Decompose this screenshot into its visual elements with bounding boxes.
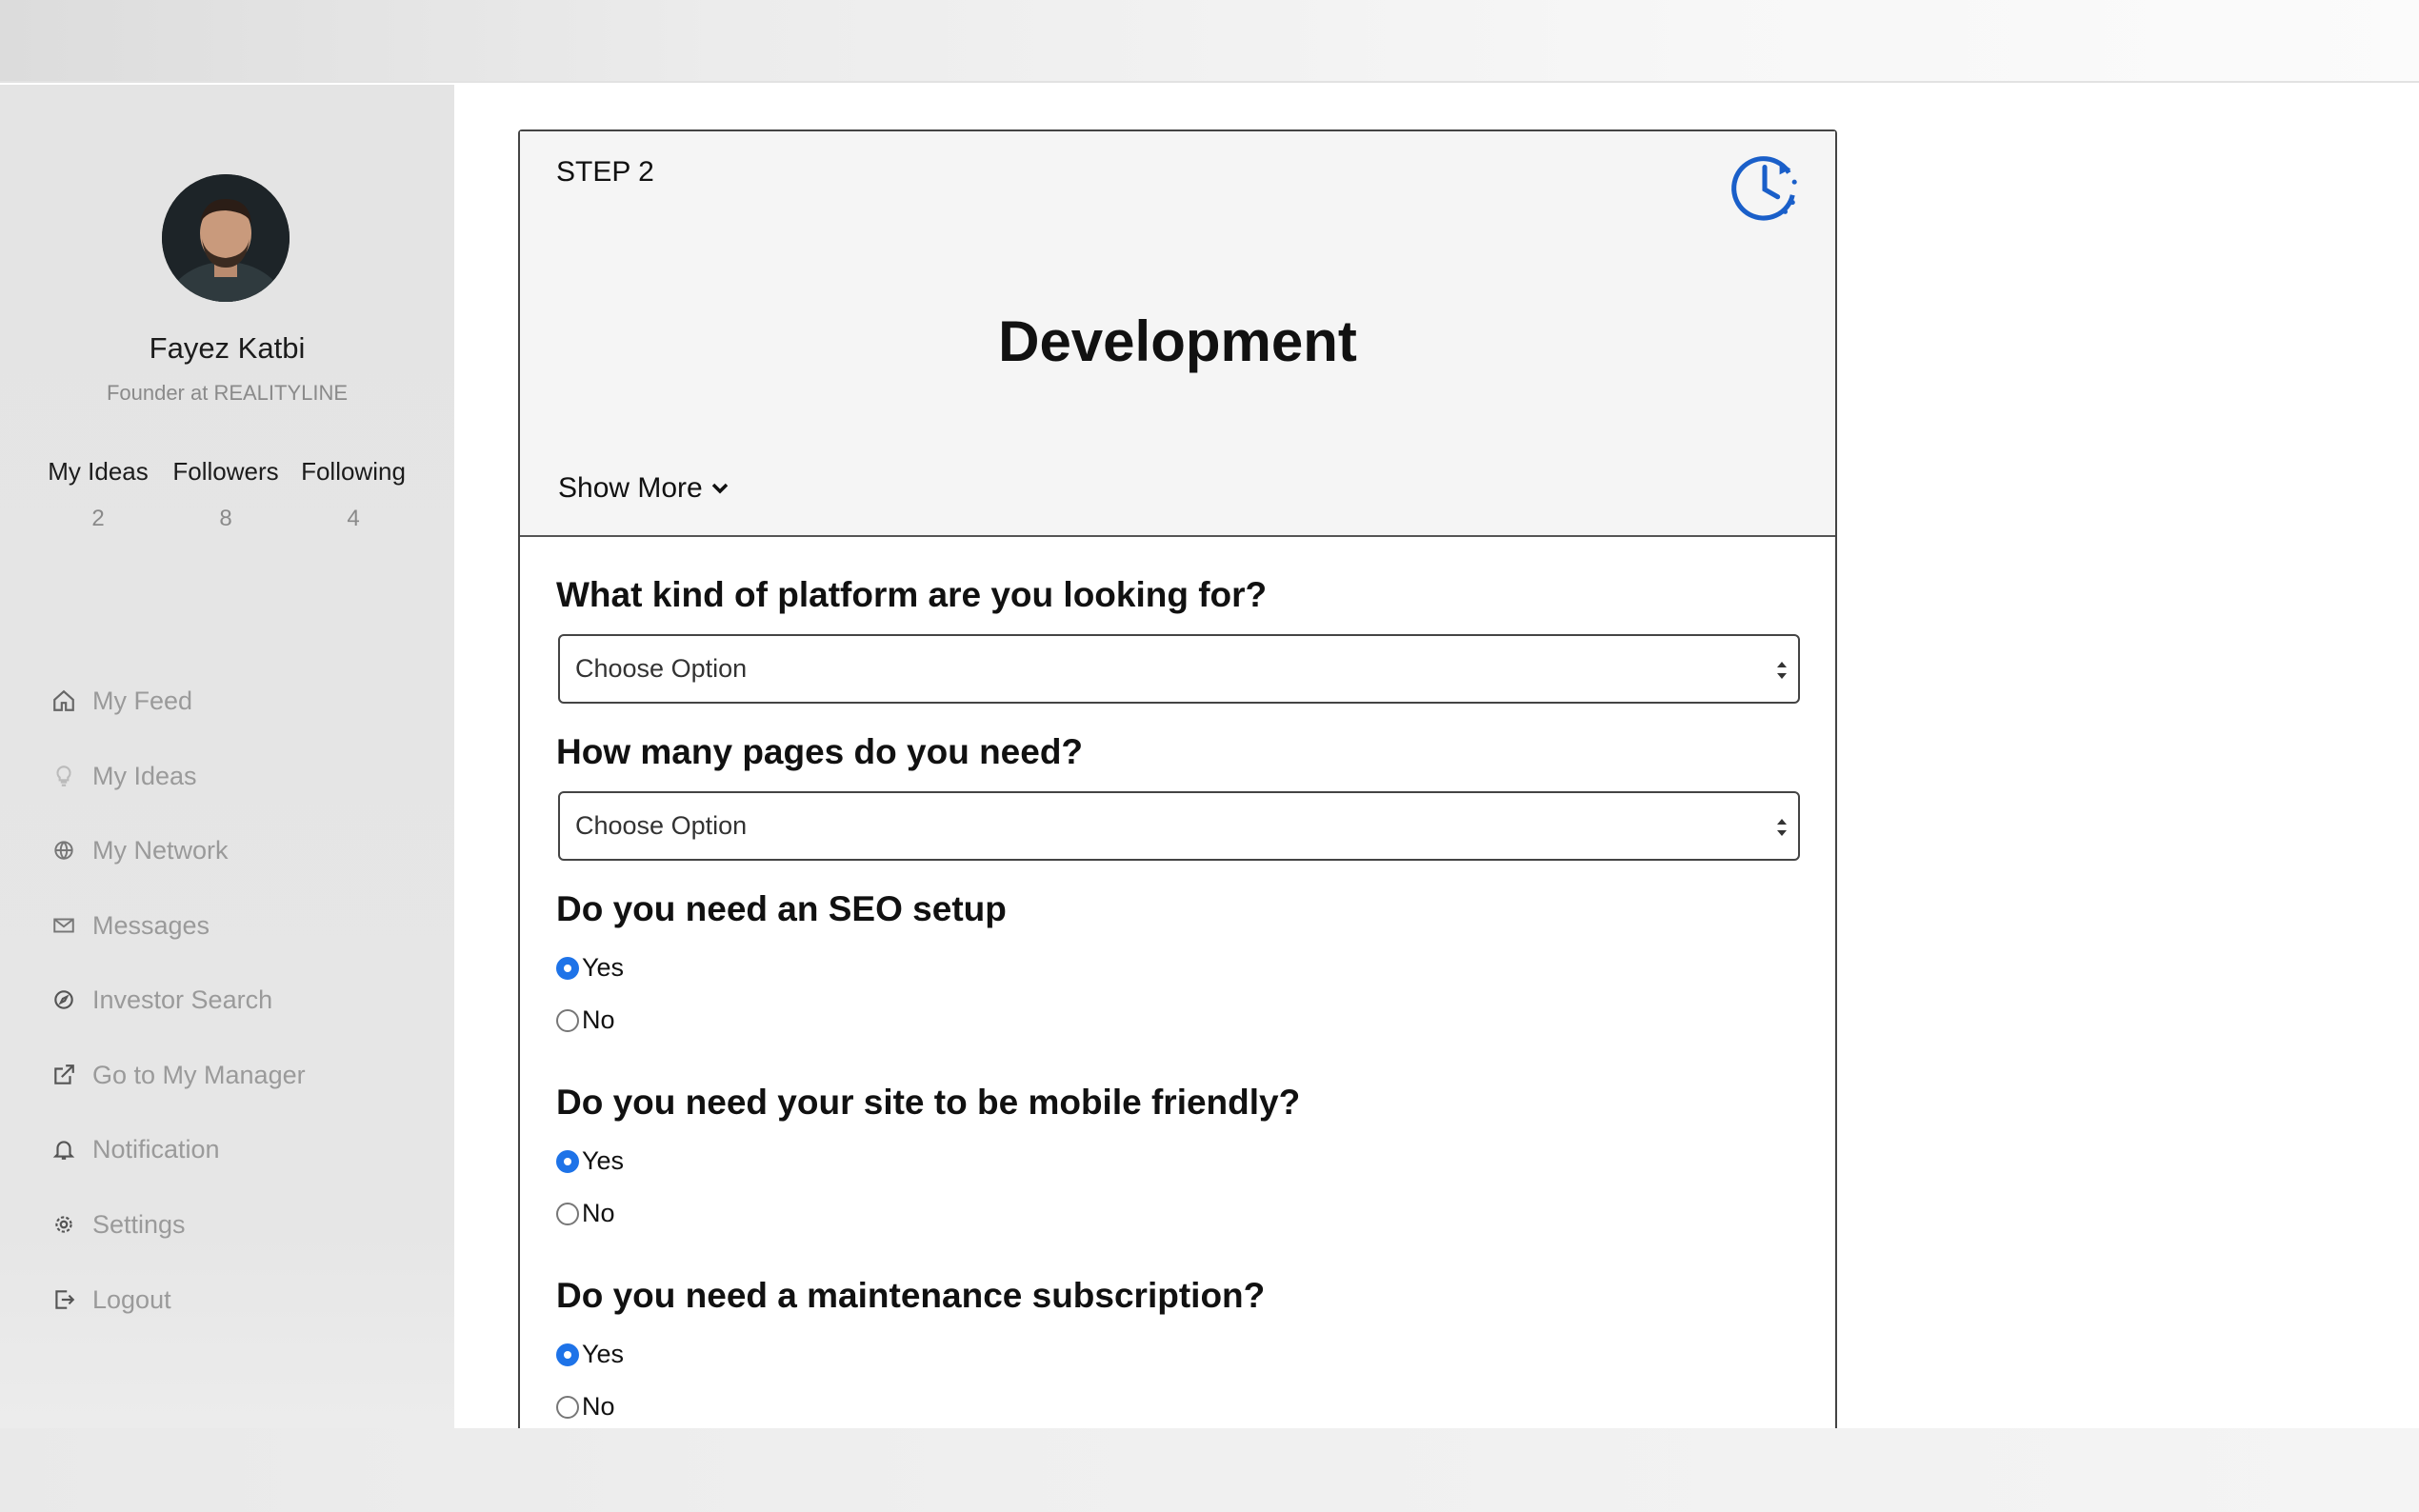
radio-label: Yes: [582, 953, 625, 982]
question-seo: Do you need an SEO setup: [556, 889, 1007, 928]
sidebar: Fayez Katbi Founder at REALITYLINE My Id…: [0, 85, 454, 1428]
avatar-image: [162, 174, 290, 302]
radio-label: Yes: [582, 1340, 625, 1368]
sidebar-item-investor-search[interactable]: Investor Search: [50, 981, 411, 1019]
sidebar-item-label: Go to My Manager: [92, 1060, 306, 1089]
sidebar-item-label: My Network: [92, 835, 229, 865]
sidebar-item-my-network[interactable]: My Network: [50, 831, 411, 869]
platform-select-value: Choose Option: [575, 654, 748, 683]
lightbulb-icon: [50, 762, 78, 790]
sidebar-item-label: Investor Search: [92, 985, 273, 1014]
avatar[interactable]: [162, 174, 290, 302]
select-arrows-icon: [1777, 819, 1787, 836]
clock-icon[interactable]: [1728, 150, 1802, 225]
sidebar-item-label: My Ideas: [92, 761, 197, 790]
sidebar-item-messages[interactable]: Messages: [50, 906, 411, 945]
radio-selected[interactable]: [556, 956, 579, 980]
radio-unselected[interactable]: [556, 1395, 579, 1419]
radio-label: Yes: [582, 1146, 625, 1175]
sidebar-item-label: Logout: [92, 1284, 171, 1314]
stat-value: 2: [91, 506, 105, 531]
radio-label: No: [582, 1199, 615, 1227]
stat-value: 4: [347, 506, 360, 531]
sidebar-item-notification[interactable]: Notification: [50, 1130, 411, 1168]
sidebar-item-go-to-my-manager[interactable]: Go to My Manager: [50, 1056, 411, 1094]
logout-icon: [50, 1285, 78, 1314]
radio-unselected[interactable]: [556, 1008, 579, 1032]
sidebar-item-label: My Feed: [92, 686, 193, 715]
top-bar: [0, 0, 2419, 83]
user-name: Fayez Katbi: [149, 331, 306, 365]
step-title: Development: [998, 309, 1357, 373]
bottom-strip: [0, 1428, 2419, 1512]
globe-icon: [50, 836, 78, 865]
external-link-icon: [50, 1061, 78, 1089]
radio-label: No: [582, 1005, 615, 1034]
radio-selected[interactable]: [556, 1343, 579, 1366]
seo-no-radio[interactable]: No: [556, 1005, 615, 1035]
step-header: STEP 2 Development Show More: [520, 131, 1835, 537]
stat-label: Following: [301, 457, 406, 486]
show-more-button[interactable]: Show More: [558, 472, 730, 505]
compass-icon: [50, 985, 78, 1014]
platform-select[interactable]: Choose Option: [558, 634, 1800, 704]
stat-label: Followers: [172, 457, 279, 486]
gear-icon: [50, 1210, 78, 1239]
stat-label: My Ideas: [48, 457, 149, 486]
sidebar-item-label: Settings: [92, 1209, 186, 1239]
sidebar-item-my-feed[interactable]: My Feed: [50, 682, 411, 720]
bell-icon: [50, 1135, 78, 1164]
show-more-label: Show More: [558, 472, 703, 504]
question-maintenance: Do you need a maintenance subscription?: [556, 1276, 1266, 1315]
chevron-down-icon: [711, 483, 728, 494]
stat-value: 8: [219, 506, 232, 531]
stat-following[interactable]: Following 4: [287, 457, 420, 532]
mobile-no-radio[interactable]: No: [556, 1199, 615, 1228]
maintenance-no-radio[interactable]: No: [556, 1392, 615, 1422]
stat-my-ideas[interactable]: My Ideas 2: [31, 457, 165, 532]
radio-unselected[interactable]: [556, 1202, 579, 1225]
sidebar-item-settings[interactable]: Settings: [50, 1205, 411, 1243]
stat-followers[interactable]: Followers 8: [159, 457, 292, 532]
sidebar-item-label: Messages: [92, 910, 210, 940]
seo-yes-radio[interactable]: Yes: [556, 953, 624, 983]
radio-label: No: [582, 1392, 615, 1421]
step-label: STEP 2: [556, 156, 654, 188]
maintenance-yes-radio[interactable]: Yes: [556, 1340, 624, 1369]
sidebar-item-logout[interactable]: Logout: [50, 1281, 411, 1319]
question-pages: How many pages do you need?: [556, 732, 1084, 771]
step-card: STEP 2 Development Show More What kind o…: [518, 129, 1837, 1428]
select-arrows-icon: [1777, 662, 1787, 679]
envelope-icon: [50, 911, 78, 940]
radio-selected[interactable]: [556, 1149, 579, 1173]
question-mobile: Do you need your site to be mobile frien…: [556, 1083, 1301, 1122]
mobile-yes-radio[interactable]: Yes: [556, 1146, 624, 1176]
home-icon: [50, 686, 78, 715]
pages-select[interactable]: Choose Option: [558, 791, 1800, 861]
user-title: Founder at REALITYLINE: [106, 381, 349, 405]
sidebar-item-my-ideas[interactable]: My Ideas: [50, 757, 411, 795]
question-platform: What kind of platform are you looking fo…: [556, 575, 1268, 614]
pages-select-value: Choose Option: [575, 811, 748, 840]
sidebar-item-label: Notification: [92, 1134, 220, 1164]
